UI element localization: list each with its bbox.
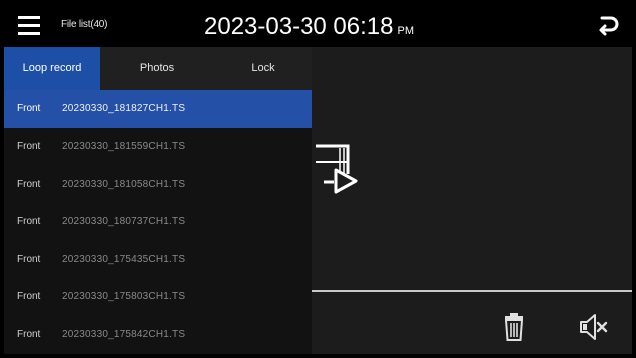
file-camera: Front (17, 141, 41, 152)
trash-icon[interactable] (502, 312, 526, 342)
back-arrow-icon[interactable] (598, 14, 620, 36)
file-row[interactable]: Front 20230330_181058CH1.TS (4, 166, 312, 204)
clock-time: 2023-03-30 06:18 (204, 13, 394, 40)
volume-mute-icon[interactable] (578, 312, 608, 342)
file-name: 20230330_181058CH1.TS (62, 179, 186, 190)
file-list: Front 20230330_181827CH1.TS Front 202303… (4, 90, 312, 354)
file-name: 20230330_175803CH1.TS (62, 291, 186, 302)
file-camera: Front (17, 254, 41, 265)
dashcam-screen: File list(40) 2023-03-30 06:18 PM Loop re… (4, 4, 632, 354)
file-row[interactable]: Front 20230330_180737CH1.TS (4, 203, 312, 241)
file-row[interactable]: Front 20230330_175435CH1.TS (4, 241, 312, 279)
tab-photos[interactable]: Photos (100, 47, 214, 90)
file-name: 20230330_181559CH1.TS (62, 141, 186, 152)
file-row[interactable]: Front 20230330_175803CH1.TS (4, 278, 312, 316)
file-name: 20230330_175435CH1.TS (62, 254, 186, 265)
file-camera: Front (17, 179, 41, 190)
tab-loop-record[interactable]: Loop record (4, 47, 100, 90)
file-name: 20230330_175842CH1.TS (62, 329, 186, 340)
clock-ampm: PM (397, 25, 415, 37)
file-category-tabs: Loop record Photos Lock (4, 47, 312, 90)
top-bar: File list(40) 2023-03-30 06:18 PM (4, 4, 632, 47)
tab-lock[interactable]: Lock (214, 47, 312, 90)
menu-icon[interactable] (18, 15, 42, 37)
clock: 2023-03-30 06:18 PM (204, 13, 414, 41)
file-row[interactable]: Front 20230330_181827CH1.TS (4, 90, 312, 128)
file-camera: Front (17, 329, 41, 340)
file-name: 20230330_181827CH1.TS (62, 103, 186, 114)
file-list-title: File list(40) (61, 19, 108, 30)
file-camera: Front (17, 216, 41, 227)
file-row[interactable]: Front 20230330_175842CH1.TS (4, 316, 312, 354)
file-name: 20230330_180737CH1.TS (62, 216, 186, 227)
file-camera: Front (17, 291, 41, 302)
play-icon[interactable] (314, 126, 362, 198)
file-row[interactable]: Front 20230330_181559CH1.TS (4, 128, 312, 166)
file-camera: Front (17, 103, 41, 114)
